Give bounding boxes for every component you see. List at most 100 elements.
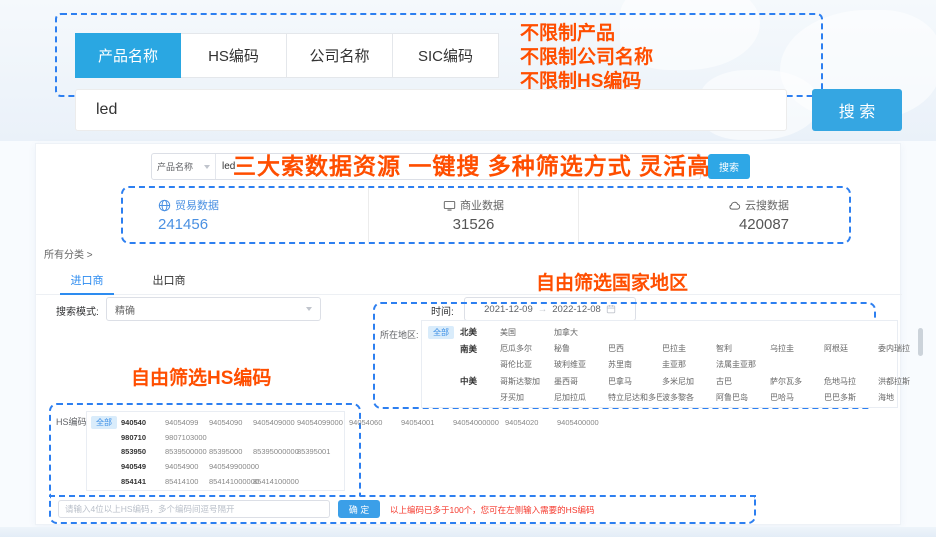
hs-code[interactable]: 854141000000 <box>209 477 253 486</box>
main-search-input[interactable]: led <box>75 89 787 131</box>
stat-value: 31526 <box>453 216 495 233</box>
search-type-tab-0[interactable]: 产品名称 <box>75 33 181 78</box>
search-type-tab-3[interactable]: SIC编码 <box>393 33 499 78</box>
region-item[interactable]: 委内瑞拉 <box>878 343 932 354</box>
hs-code[interactable]: 94054000000 <box>453 418 505 427</box>
category-dropdown-value: 产品名称 <box>157 160 193 173</box>
region-item[interactable]: 智利 <box>716 343 770 354</box>
hs-code[interactable]: 94054060 <box>349 418 401 427</box>
hs-code[interactable]: 94054090 <box>209 418 253 427</box>
region-item[interactable]: 法属圭亚那 <box>716 359 770 370</box>
region-item[interactable]: 巴巴多斯 <box>824 392 878 403</box>
region-item[interactable]: 洪都拉斯 <box>878 376 932 387</box>
region-group-label: 中美 <box>460 375 500 387</box>
result-type-tabs: 进口商出口商 <box>36 265 902 295</box>
hs-code-input[interactable] <box>58 500 330 518</box>
region-all-chip[interactable]: 全部 <box>428 326 454 339</box>
stat-label: 商业数据 <box>460 197 504 213</box>
hs-code-label: HS编码: <box>56 415 89 428</box>
hero-annotation-text: 不限制产品 不限制公司名称 不限制HS编码 <box>520 22 653 94</box>
region-item[interactable]: 巴拉圭 <box>662 343 716 354</box>
cloud-icon <box>728 199 741 212</box>
hs-code[interactable]: 940540 <box>121 418 165 427</box>
category-dropdown[interactable]: 产品名称 <box>152 154 216 179</box>
region-item[interactable]: 巴拿马 <box>608 376 662 387</box>
hs-code[interactable]: 94054099000 <box>297 418 341 427</box>
region-item[interactable]: 多米尼加 <box>662 376 716 387</box>
hs-row-1: 9807109807103000 <box>87 430 344 445</box>
region-item[interactable]: 哥斯达黎加 <box>500 376 554 387</box>
region-item[interactable]: 尼加拉瓜 <box>554 392 608 403</box>
hs-limit-note: 以上编码已多于100个，您可在左侧输入需要的HS编码 <box>390 504 595 516</box>
page: 产品名称HS编码公司名称SIC编码 不限制产品 不限制公司名称 不限制HS编码 … <box>0 0 936 537</box>
region-item[interactable]: 萨尔瓦多 <box>770 376 824 387</box>
hs-code[interactable]: 8539500000 <box>165 447 209 456</box>
hs-code[interactable]: 940549900000 <box>209 462 253 471</box>
hs-code[interactable]: 980710 <box>121 433 165 442</box>
region-item[interactable]: 乌拉圭 <box>770 343 824 354</box>
hs-code[interactable]: 9807103000 <box>165 433 209 442</box>
data-source-stats: 贸易数据241456 商业数据 31526 云搜数据420087 <box>121 186 851 244</box>
hs-code[interactable]: 85414100000 <box>253 477 297 486</box>
stat-2[interactable]: 云搜数据420087 <box>578 188 849 242</box>
hs-code[interactable]: 85395000 <box>209 447 253 456</box>
hs-code[interactable]: 9405400000 <box>557 418 609 427</box>
hs-code[interactable]: 854141 <box>121 477 165 486</box>
search-type-tabs: 产品名称HS编码公司名称SIC编码 <box>75 33 499 78</box>
breadcrumb[interactable]: 所有分类 > <box>44 246 93 261</box>
hs-code[interactable]: 94054020 <box>505 418 557 427</box>
region-item[interactable]: 巴西 <box>608 343 662 354</box>
search-type-tab-2[interactable]: 公司名称 <box>287 33 393 78</box>
region-row-4: 牙买加尼加拉瓜特立尼达和多巴…波多黎各阿鲁巴岛巴哈马巴巴多斯海地 <box>422 390 897 406</box>
hs-confirm-button[interactable]: 确 定 <box>338 500 380 518</box>
page-scrollbar[interactable] <box>918 328 923 356</box>
stat-label: 云搜数据 <box>745 197 789 213</box>
region-item[interactable]: 牙买加 <box>500 392 554 403</box>
region-item[interactable]: 阿鲁巴岛 <box>716 392 770 403</box>
region-item[interactable]: 秘鲁 <box>554 343 608 354</box>
hs-code-list-panel: 全部 94054094054099940540909405409000940540… <box>86 411 345 491</box>
region-group-label: 北美 <box>460 326 500 338</box>
stat-label: 贸易数据 <box>175 197 219 213</box>
result-tab-1[interactable]: 出口商 <box>138 265 200 295</box>
search-mode-dropdown[interactable]: 精确 <box>106 297 321 321</box>
secondary-search-button[interactable]: 搜索 <box>708 154 750 179</box>
hs-code[interactable]: 94054099 <box>165 418 209 427</box>
region-item[interactable]: 墨西哥 <box>554 376 608 387</box>
hs-code[interactable]: 85395000000 <box>253 447 297 456</box>
globe-icon <box>158 199 171 212</box>
region-item[interactable]: 波多黎各 <box>662 392 716 403</box>
region-item[interactable]: 古巴 <box>716 376 770 387</box>
stat-1[interactable]: 商业数据 31526 <box>368 188 579 242</box>
region-item[interactable]: 圭亚那 <box>662 359 716 370</box>
region-item[interactable]: 巴哈马 <box>770 392 824 403</box>
region-item[interactable]: 阿根廷 <box>824 343 878 354</box>
region-item[interactable]: 特立尼达和多巴… <box>608 392 662 403</box>
region-item[interactable]: 美国 <box>500 327 554 338</box>
hs-all-chip[interactable]: 全部 <box>91 416 117 429</box>
chevron-down-icon <box>306 307 312 311</box>
result-tab-0[interactable]: 进口商 <box>56 265 118 295</box>
region-item[interactable]: 厄瓜多尔 <box>500 343 554 354</box>
region-chip-slot: 全部 <box>422 326 460 339</box>
region-item[interactable]: 加拿大 <box>554 327 608 338</box>
stat-0[interactable]: 贸易数据241456 <box>123 188 368 242</box>
hs-code[interactable]: 94054001 <box>401 418 453 427</box>
hs-code[interactable]: 853950 <box>121 447 165 456</box>
main-search-button[interactable]: 搜 索 <box>812 89 902 131</box>
search-type-tab-1[interactable]: HS编码 <box>181 33 287 78</box>
region-filter-annotation: 自由筛选国家地区 <box>536 268 688 295</box>
region-item[interactable]: 危地马拉 <box>824 376 878 387</box>
region-item[interactable]: 哥伦比亚 <box>500 359 554 370</box>
region-item[interactable]: 海地 <box>878 392 932 403</box>
hs-code[interactable]: 85395001 <box>297 447 341 456</box>
region-item[interactable]: 苏里南 <box>608 359 662 370</box>
hs-row-3: 94054994054900940549900000 <box>87 459 344 474</box>
hs-row-0: 全部 94054094054099940540909405409000940540… <box>87 415 344 430</box>
hs-code[interactable]: 85414100 <box>165 477 209 486</box>
region-group-label: 南美 <box>460 343 500 355</box>
hs-code[interactable]: 940549 <box>121 462 165 471</box>
hs-code[interactable]: 9405409000 <box>253 418 297 427</box>
region-item[interactable]: 玻利维亚 <box>554 359 608 370</box>
hs-code[interactable]: 94054900 <box>165 462 209 471</box>
